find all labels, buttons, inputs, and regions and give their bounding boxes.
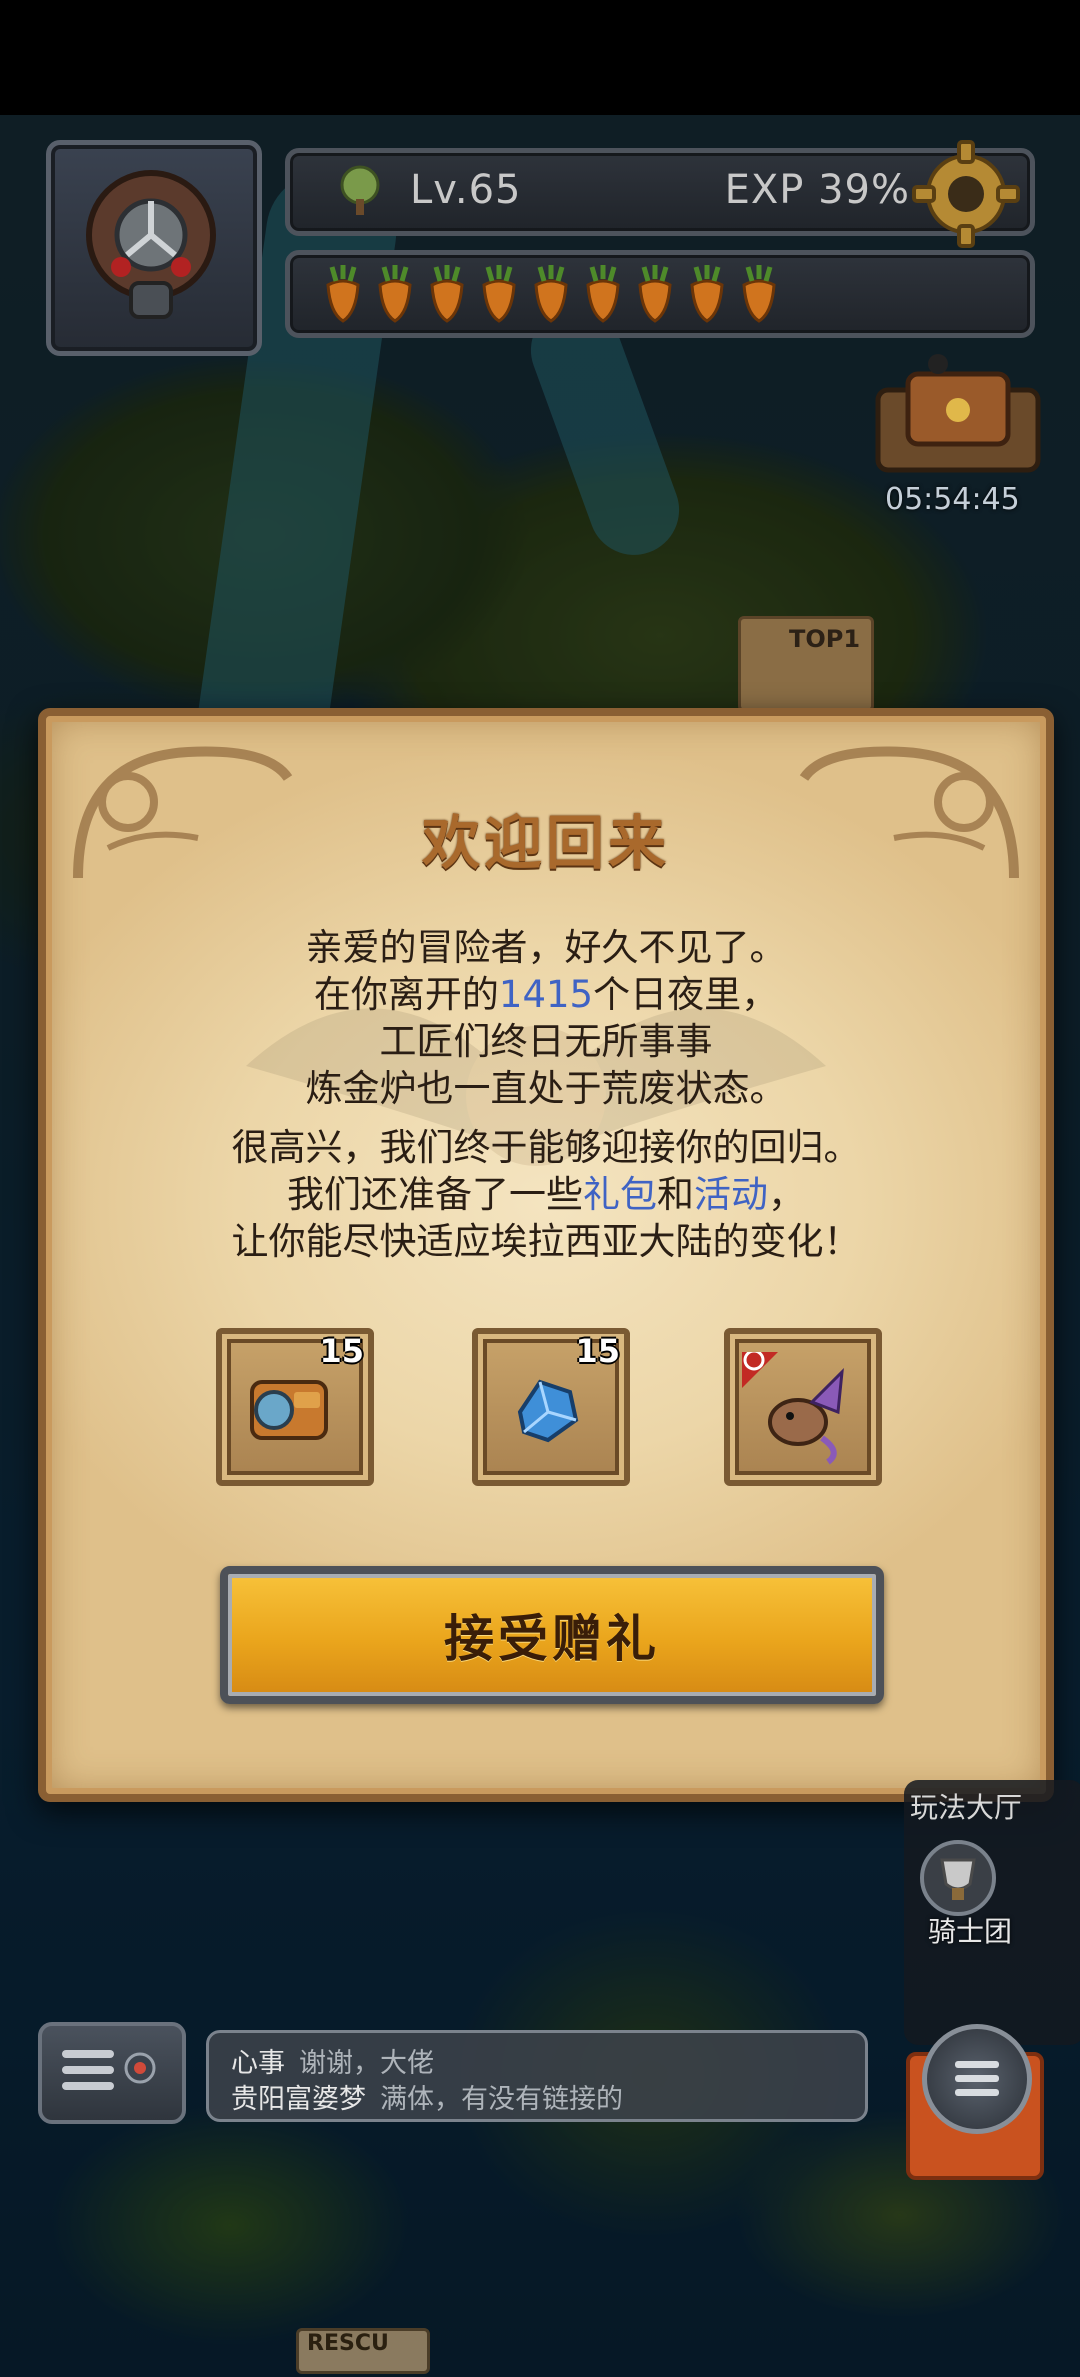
message-line: 炼金炉也一直处于荒废状态。 [305, 1067, 787, 1110]
tree-icon [340, 165, 380, 215]
player-avatar[interactable] [46, 140, 262, 356]
stamina-bar[interactable] [285, 250, 1035, 338]
carrot-icon [638, 265, 672, 323]
settings-gear-icon[interactable] [910, 138, 1022, 250]
message-text: 个日夜里， [593, 973, 779, 1016]
chat-message: 心事 谢谢，大佬 [231, 2041, 434, 2080]
message-text: ， [768, 1173, 805, 1216]
chat-message: 贵阳富婆梦 满体，有没有链接的 [231, 2077, 623, 2116]
main-menu-button[interactable] [922, 2024, 1032, 2134]
gift-count: 15 [319, 1332, 364, 1370]
gift-slot-device[interactable]: 15 [216, 1328, 374, 1486]
trophy-icon[interactable] [918, 1838, 998, 1918]
gift-slot-pet[interactable] [724, 1328, 882, 1486]
gift-pack-link[interactable]: 礼包 [583, 1173, 657, 1216]
dragon-pet-icon [742, 1352, 844, 1465]
chat-preview[interactable]: 心事 谢谢，大佬 贵阳富婆梦 满体，有没有链接的 [206, 2030, 868, 2122]
message-line: 在你离开的1415个日夜里， [46, 971, 1046, 1018]
message-line: 让你能尽快适应埃拉西亚大陆的变化！ [231, 1220, 861, 1263]
event-link[interactable]: 活动 [694, 1173, 768, 1216]
carrot-icon [742, 265, 776, 323]
dialog-title: 欢迎回来 [421, 809, 670, 877]
exp-text: EXP 39% [724, 167, 910, 213]
welcome-paragraph-1: 亲爱的冒险者，好久不见了。 在你离开的1415个日夜里， 工匠们终日无所事事 炼… [46, 924, 1046, 1112]
gasmask-icon [86, 170, 216, 319]
carrot-icon [586, 265, 620, 323]
message-text: 在你离开的 [313, 973, 499, 1016]
message-text: 我们还准备了一些 [287, 1173, 583, 1216]
accept-gift-label: 接受赠礼 [444, 1610, 660, 1668]
chat-button[interactable] [38, 2022, 186, 2124]
gift-slot-crystal[interactable]: 15 [472, 1328, 630, 1486]
days-away-count: 1415 [498, 973, 594, 1016]
game-hall-label[interactable]: 玩法大厅 [910, 1786, 1022, 1826]
message-line: 我们还准备了一些礼包和活动， [46, 1171, 1046, 1218]
knights-guild-label[interactable]: 骑士团 [928, 1910, 1012, 1950]
carrot-icon [430, 265, 464, 323]
message-line: 工匠们终日无所事事 [379, 1020, 713, 1063]
chat-sender: 心事 [231, 2048, 285, 2079]
carrot-icon [534, 265, 568, 323]
welcome-back-dialog: 欢迎回来 亲爱的冒险者，好久不见了。 在你离开的1415个日夜里， 工匠们终日无… [38, 708, 1054, 1802]
carrot-icon [378, 265, 412, 323]
message-line: 亲爱的冒险者，好久不见了。 [305, 926, 787, 969]
welcome-paragraph-2: 很高兴，我们终于能够迎接你的回归。 我们还准备了一些礼包和活动， 让你能尽快适应… [46, 1124, 1046, 1265]
carrot-icon [690, 265, 724, 323]
ranking-label: TOP1 [789, 625, 861, 653]
gift-count: 15 [575, 1332, 620, 1370]
list-icon [955, 2061, 999, 2096]
accept-gift-button[interactable]: 接受赠礼 [220, 1566, 884, 1704]
rescue-label: RESCU [307, 2331, 389, 2356]
carrot-icon [482, 265, 516, 323]
chat-sender: 贵阳富婆梦 [231, 2084, 366, 2115]
ranking-banner[interactable]: TOP1 [738, 616, 874, 712]
carrot-icon [326, 265, 360, 323]
chest-timer: 05:54:45 [885, 482, 1020, 517]
level-text: Lv.65 [410, 167, 522, 213]
chat-text: 谢谢，大佬 [299, 2048, 434, 2079]
carrot-row [320, 263, 782, 325]
chat-text: 满体，有没有链接的 [380, 2084, 623, 2115]
message-line: 很高兴，我们终于能够迎接你的回归。 [231, 1126, 861, 1169]
chat-menu-icon [62, 2050, 156, 2090]
treasure-chest-icon[interactable] [858, 350, 1058, 500]
rescue-sign[interactable]: RESCU [296, 2328, 430, 2374]
message-text: 和 [657, 1173, 694, 1216]
